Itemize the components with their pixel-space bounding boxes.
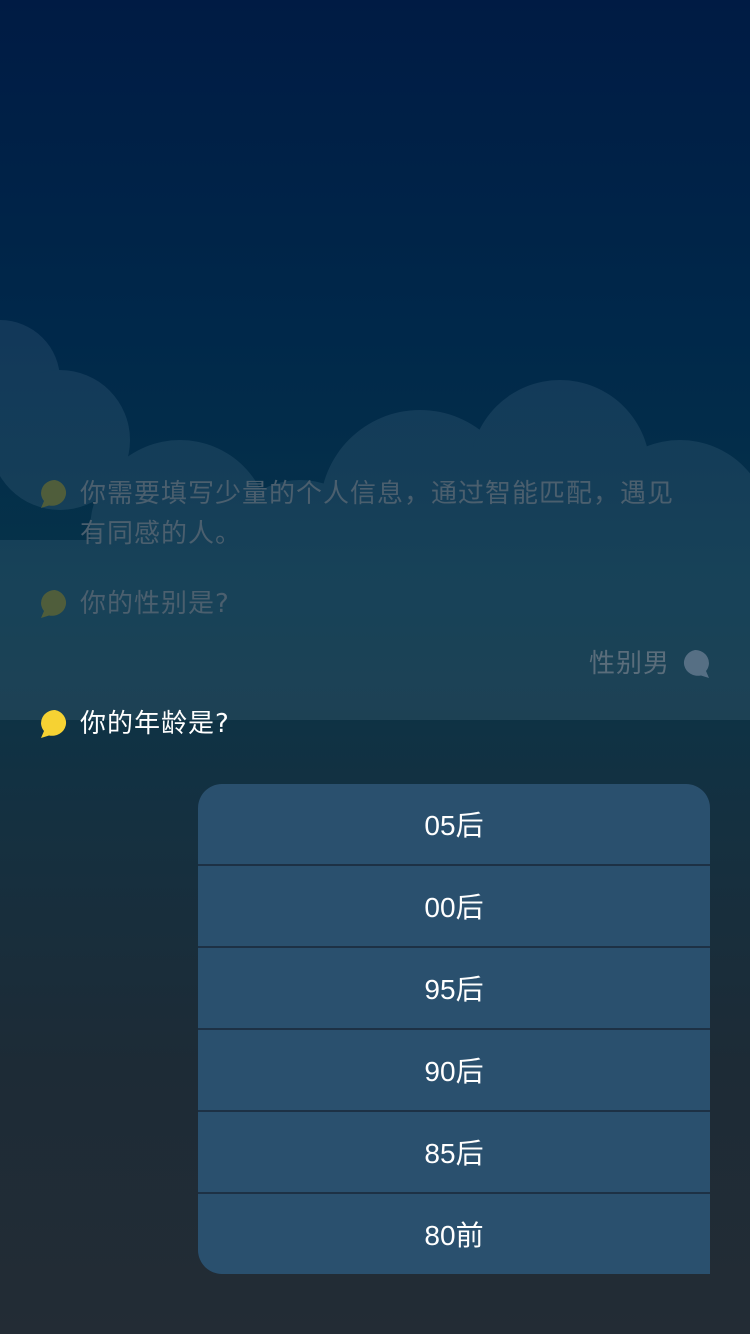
- age-option-85[interactable]: 85后: [198, 1112, 710, 1192]
- age-option-80[interactable]: 80前: [198, 1194, 710, 1274]
- speech-bubble-icon: [41, 590, 67, 618]
- age-question-message: 你的年龄是?: [40, 704, 230, 744]
- intro-message: 你需要填写少量的个人信息，通过智能匹配，遇见有同感的人。: [40, 474, 710, 554]
- gender-reply-text: 性别男: [588, 649, 670, 679]
- speech-bubble-icon: [41, 480, 67, 508]
- gender-reply-message: 性别男: [589, 644, 710, 684]
- age-question-text: 你的年龄是?: [80, 709, 230, 739]
- age-option-00[interactable]: 00后: [198, 866, 710, 946]
- speech-bubble-icon: [41, 710, 67, 738]
- age-options-list: 05后 00后 95后 90后 85后 80前: [198, 784, 710, 1274]
- intro-text: 你需要填写少量的个人信息，通过智能匹配，遇见有同感的人。: [80, 479, 675, 549]
- speech-bubble-icon: [683, 650, 709, 678]
- gender-question-message: 你的性别是?: [40, 584, 230, 624]
- age-option-90[interactable]: 90后: [198, 1030, 710, 1110]
- age-option-05[interactable]: 05后: [198, 784, 710, 864]
- gender-question-text: 你的性别是?: [80, 589, 230, 619]
- age-option-95[interactable]: 95后: [198, 948, 710, 1028]
